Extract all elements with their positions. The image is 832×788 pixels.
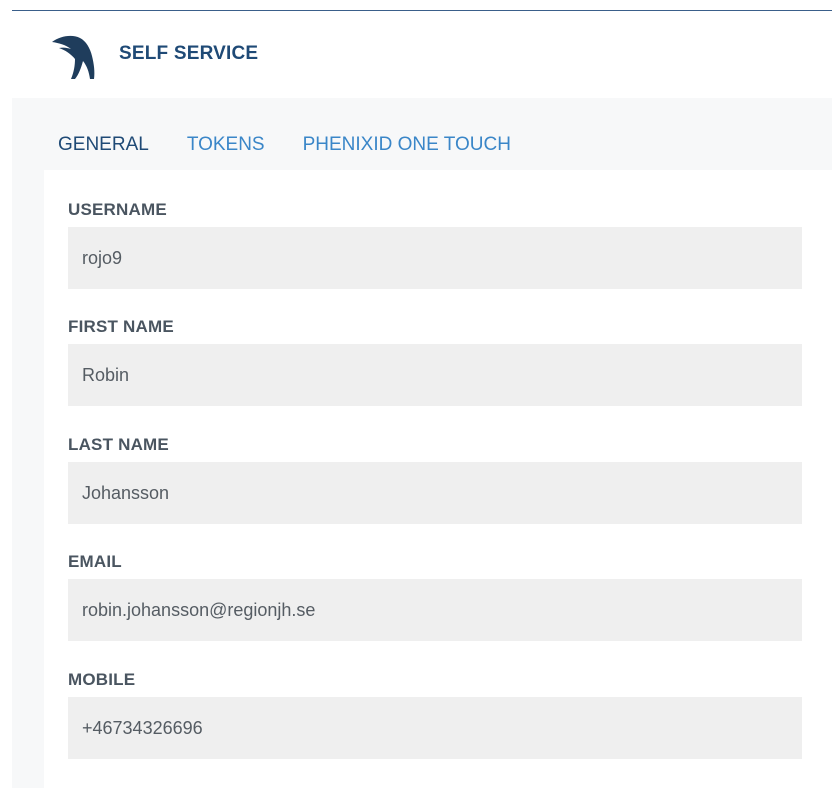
- last-name-input[interactable]: [68, 462, 802, 524]
- tab-bar: GENERAL TOKENS PHENIXID ONE TOUCH: [58, 134, 549, 158]
- last-name-label: LAST NAME: [68, 435, 169, 454]
- tab-general[interactable]: GENERAL: [58, 134, 149, 158]
- mobile-field-group: MOBILE: [68, 669, 802, 759]
- email-label: EMAIL: [68, 552, 122, 571]
- first-name-field-group: FIRST NAME: [68, 316, 802, 406]
- first-name-label: FIRST NAME: [68, 317, 174, 336]
- first-name-input[interactable]: [68, 344, 802, 406]
- app-header: SELF SERVICE: [0, 11, 832, 98]
- mobile-label: MOBILE: [68, 670, 136, 689]
- email-field-group: EMAIL: [68, 551, 802, 641]
- last-name-field-group: LAST NAME: [68, 434, 802, 524]
- tab-tokens[interactable]: TOKENS: [187, 134, 265, 158]
- bird-logo-icon[interactable]: [50, 34, 98, 80]
- username-input[interactable]: [68, 227, 802, 289]
- app-title[interactable]: SELF SERVICE: [119, 43, 258, 65]
- username-field-group: USERNAME: [68, 199, 802, 289]
- email-input[interactable]: [68, 579, 802, 641]
- username-label: USERNAME: [68, 200, 167, 219]
- general-form-card: USERNAME FIRST NAME LAST NAME EMAIL MOBI…: [44, 170, 832, 788]
- tab-phenixid-one-touch[interactable]: PHENIXID ONE TOUCH: [303, 134, 511, 158]
- self-service-page: SELF SERVICE GENERAL TOKENS PHENIXID ONE…: [0, 0, 832, 788]
- mobile-input[interactable]: [68, 697, 802, 759]
